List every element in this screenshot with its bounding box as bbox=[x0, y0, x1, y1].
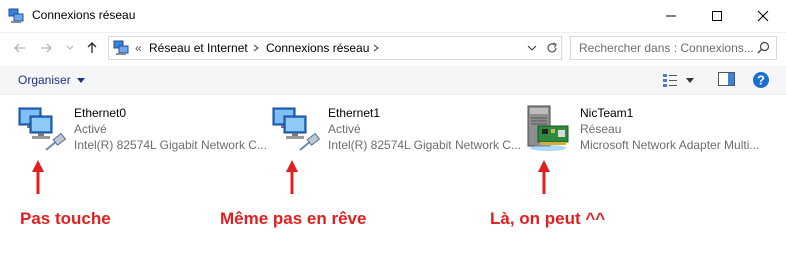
connection-item-nicteam1[interactable]: NicTeam1 Réseau Microsoft Network Adapte… bbox=[524, 104, 764, 156]
connection-name: Ethernet1 bbox=[328, 106, 381, 120]
chevron-down-icon bbox=[66, 45, 74, 50]
address-bar[interactable]: « Réseau et Internet Connexions réseau bbox=[108, 36, 562, 60]
connection-description: Microsoft Network Adapter Multi... bbox=[580, 138, 760, 152]
maximize-icon bbox=[712, 11, 722, 21]
ethernet-adapter-icon bbox=[272, 107, 320, 151]
connection-status: Activé bbox=[74, 122, 107, 136]
chevron-right-icon[interactable] bbox=[252, 44, 260, 52]
refresh-icon[interactable] bbox=[545, 41, 559, 55]
view-details-icon bbox=[663, 74, 677, 87]
recent-locations-button[interactable] bbox=[62, 40, 78, 56]
breadcrumb-overflow[interactable]: « bbox=[135, 41, 142, 55]
annotation-text: Pas touche bbox=[20, 209, 111, 228]
connection-name: Ethernet0 bbox=[74, 106, 127, 120]
help-icon: ? bbox=[753, 72, 769, 88]
connection-status: Réseau bbox=[580, 122, 622, 136]
annotation-text: Là, on peut ^^ bbox=[490, 209, 606, 228]
network-connections-icon bbox=[113, 40, 129, 55]
search-placeholder: Rechercher dans : Connexions... bbox=[579, 41, 754, 55]
chevron-right-icon[interactable] bbox=[372, 44, 380, 52]
chevron-down-icon[interactable] bbox=[527, 45, 537, 53]
close-button[interactable] bbox=[740, 0, 786, 32]
arrow-up-icon bbox=[87, 42, 97, 53]
breadcrumb-item[interactable]: Réseau et Internet bbox=[149, 41, 248, 55]
connection-name: NicTeam1 bbox=[580, 106, 634, 120]
address-row: « Réseau et Internet Connexions réseau R… bbox=[0, 33, 786, 63]
annotation-text: Même pas en rêve bbox=[220, 209, 367, 228]
annotation-arrow-icon bbox=[286, 160, 298, 194]
caret-down-icon[interactable] bbox=[686, 78, 694, 83]
command-bar: Organiser ? bbox=[0, 66, 786, 95]
search-icon[interactable] bbox=[757, 41, 770, 54]
organize-menu[interactable]: Organiser bbox=[18, 73, 86, 87]
minimize-button[interactable] bbox=[648, 0, 694, 32]
view-options-button[interactable] bbox=[662, 72, 678, 93]
maximize-button[interactable] bbox=[694, 0, 740, 32]
forward-button[interactable] bbox=[38, 40, 54, 56]
back-button[interactable] bbox=[12, 40, 28, 56]
nic-team-adapter-icon bbox=[527, 105, 569, 151]
caret-down-icon bbox=[77, 78, 86, 83]
connection-status: Activé bbox=[328, 122, 361, 136]
network-connections-icon bbox=[8, 8, 24, 23]
preview-pane-button[interactable] bbox=[718, 72, 735, 91]
connection-item-ethernet1[interactable]: Ethernet1 Activé Intel(R) 82574L Gigabit… bbox=[272, 104, 521, 156]
svg-text:?: ? bbox=[757, 73, 765, 88]
connection-description: Intel(R) 82574L Gigabit Network C... bbox=[74, 138, 267, 152]
ethernet-adapter-icon bbox=[18, 107, 66, 151]
connection-item-ethernet0[interactable]: Ethernet0 Activé Intel(R) 82574L Gigabit… bbox=[18, 104, 267, 156]
arrow-left-icon bbox=[14, 43, 25, 53]
minimize-icon bbox=[666, 15, 676, 17]
window-title: Connexions réseau bbox=[32, 8, 136, 22]
up-button[interactable] bbox=[84, 40, 100, 56]
search-input[interactable]: Rechercher dans : Connexions... bbox=[570, 36, 777, 60]
breadcrumb-item[interactable]: Connexions réseau bbox=[266, 41, 369, 55]
help-button[interactable]: ? bbox=[752, 71, 770, 94]
title-bar: Connexions réseau bbox=[0, 0, 786, 33]
preview-pane-icon bbox=[718, 72, 735, 86]
connection-description: Intel(R) 82574L Gigabit Network C... bbox=[328, 138, 521, 152]
close-icon bbox=[757, 10, 769, 22]
annotation-arrow-icon bbox=[32, 160, 44, 194]
annotation-arrow-icon bbox=[538, 160, 550, 194]
organize-label: Organiser bbox=[18, 73, 71, 87]
arrow-right-icon bbox=[41, 43, 52, 53]
